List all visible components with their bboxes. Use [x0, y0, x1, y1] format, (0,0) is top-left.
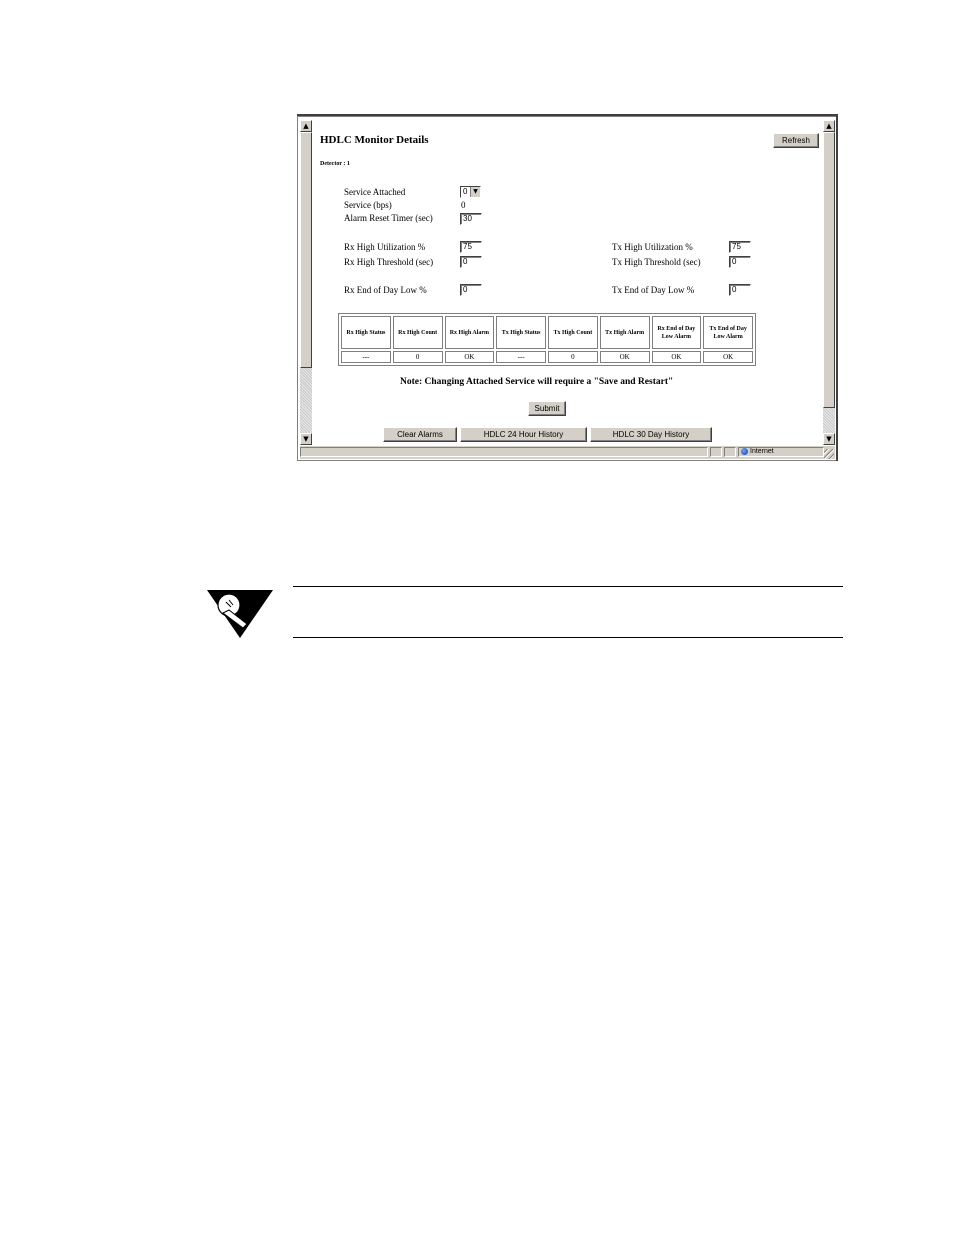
resize-grip-icon[interactable] — [824, 449, 834, 459]
chevron-down-icon[interactable]: ▼ — [470, 187, 480, 197]
refresh-button[interactable]: Refresh — [773, 133, 819, 148]
security-zone: Internet — [741, 447, 774, 457]
header-tx-eod-low-alarm: Tx End of Day Low Alarm — [703, 316, 753, 349]
cell-tx-high-status: --- — [496, 351, 546, 363]
rx-high-threshold-label: Rx High Threshold (sec) — [344, 257, 434, 267]
scroll-thumb[interactable] — [300, 132, 312, 368]
status-panel-secure — [724, 447, 736, 457]
rx-high-util-label: Rx High Utilization % — [344, 242, 426, 252]
header-rx-high-alarm: Rx High Alarm — [444, 316, 495, 349]
cell-rx-high-status: --- — [341, 351, 391, 363]
header-rx-high-status: Rx High Status — [341, 316, 391, 349]
status-panel-progress — [710, 447, 722, 457]
globe-icon — [741, 447, 748, 455]
tx-eod-low-label: Tx End of Day Low % — [612, 285, 695, 295]
alarm-reset-input[interactable]: 30 — [460, 213, 482, 225]
cell-tx-eod-low-alarm: OK — [703, 351, 753, 363]
zone-label: Internet — [750, 448, 774, 455]
service-attached-select[interactable]: 0 ▼ — [460, 186, 481, 198]
tx-high-threshold-input[interactable]: 0 — [729, 256, 751, 268]
right-scrollbar[interactable]: ▲ ▼ — [823, 120, 835, 445]
status-panel-main — [300, 447, 708, 457]
header-rx-eod-low-alarm: Rx End of Day Low Alarm — [651, 316, 702, 349]
browser-window: ▲ ▼ HDLC Monitor Details Refresh Detecto… — [297, 116, 837, 461]
rx-eod-low-label: Rx End of Day Low % — [344, 285, 427, 295]
service-attached-value: 0 — [463, 187, 468, 196]
cell-rx-high-alarm: OK — [444, 351, 495, 363]
service-bps-value: 0 — [461, 200, 466, 210]
cell-tx-high-count: 0 — [548, 351, 598, 363]
cell-rx-high-count: 0 — [392, 351, 443, 363]
detector-label: Detector : 1 — [320, 161, 350, 167]
tip-bottom-rule — [293, 637, 843, 638]
note-text: Note: Changing Attached Service will req… — [400, 377, 674, 387]
header-tx-high-alarm: Tx High Alarm — [599, 316, 650, 349]
tx-high-util-label: Tx High Utilization % — [612, 242, 693, 252]
header-tx-high-count: Tx High Count — [548, 316, 598, 349]
status-table-header-row: Rx High Status Rx High Count Rx High Ala… — [341, 316, 753, 349]
page-title: HDLC Monitor Details — [320, 134, 429, 146]
service-attached-label: Service Attached — [344, 187, 406, 197]
page-content: HDLC Monitor Details Refresh Detector : … — [314, 120, 822, 445]
status-table-row: --- 0 OK --- 0 OK OK OK — [341, 351, 753, 363]
window-right-edge — [836, 116, 838, 461]
header-rx-high-count: Rx High Count — [392, 316, 443, 349]
header-tx-high-status: Tx High Status — [496, 316, 546, 349]
cell-rx-eod-low-alarm: OK — [651, 351, 702, 363]
left-scrollbar[interactable]: ▲ ▼ — [300, 120, 312, 445]
submit-button[interactable]: Submit — [528, 401, 566, 416]
scroll-thumb[interactable] — [823, 132, 835, 408]
rx-high-threshold-input[interactable]: 0 — [460, 256, 482, 268]
scroll-down-arrow-icon[interactable]: ▼ — [823, 433, 835, 445]
hdlc-30-day-history-button[interactable]: HDLC 30 Day History — [590, 427, 712, 442]
lightbulb-tip-icon — [207, 590, 273, 638]
tx-high-util-input[interactable]: 75 — [729, 241, 751, 253]
scroll-up-arrow-icon[interactable]: ▲ — [300, 120, 312, 132]
scroll-down-arrow-icon[interactable]: ▼ — [300, 433, 312, 445]
alarm-reset-label: Alarm Reset Timer (sec) — [344, 213, 433, 223]
tip-top-rule — [293, 586, 843, 587]
clear-alarms-button[interactable]: Clear Alarms — [383, 427, 457, 442]
hdlc-24-hour-history-button[interactable]: HDLC 24 Hour History — [460, 427, 587, 442]
status-table: Rx High Status Rx High Count Rx High Ala… — [338, 313, 756, 366]
rx-high-util-input[interactable]: 75 — [460, 241, 482, 253]
tx-high-threshold-label: Tx High Threshold (sec) — [612, 257, 701, 267]
rx-eod-low-input[interactable]: 0 — [460, 284, 482, 296]
service-bps-label: Service (bps) — [344, 200, 392, 210]
scroll-up-arrow-icon[interactable]: ▲ — [823, 120, 835, 132]
status-bar: Internet — [300, 445, 835, 459]
tx-eod-low-input[interactable]: 0 — [729, 284, 751, 296]
cell-tx-high-alarm: OK — [599, 351, 650, 363]
